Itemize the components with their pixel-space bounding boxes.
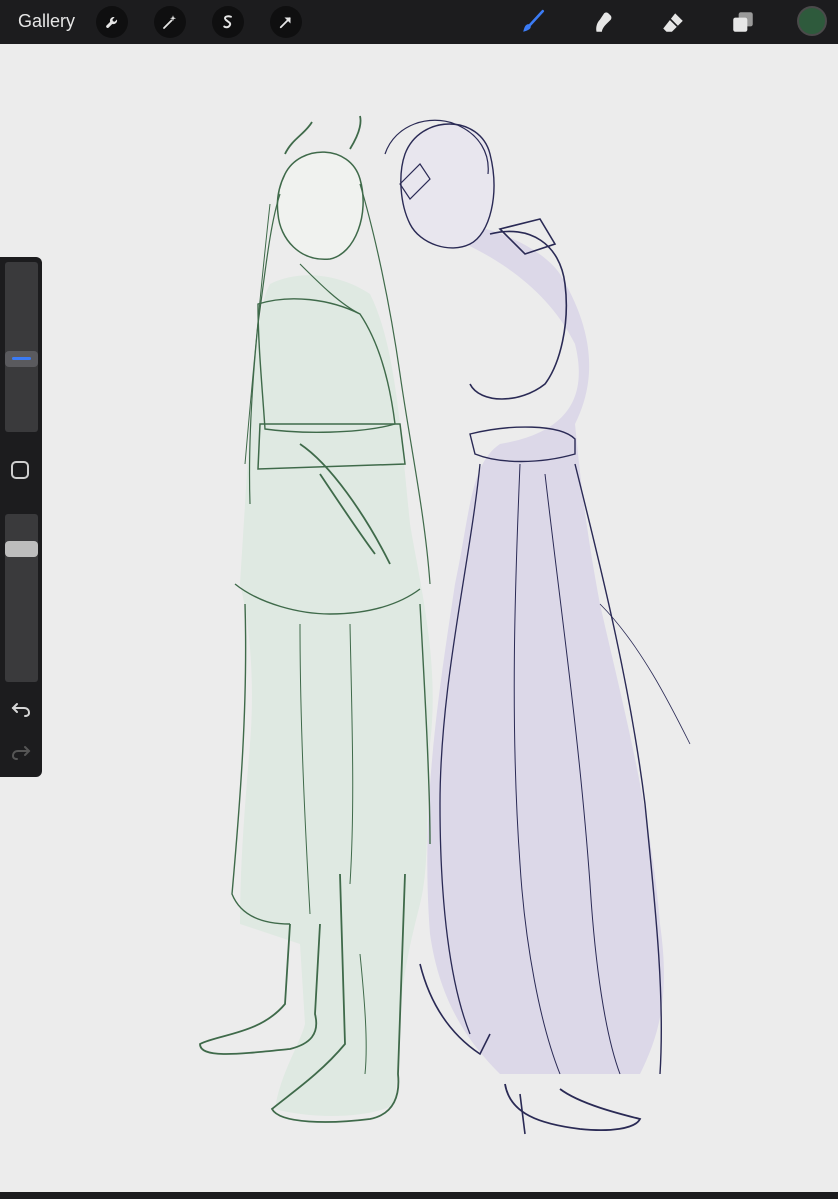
current-color-swatch[interactable] <box>797 6 827 36</box>
magic-wand-icon[interactable] <box>154 6 186 38</box>
modify-button[interactable] <box>11 461 29 479</box>
selection-icon[interactable] <box>212 6 244 38</box>
brush-size-thumb[interactable] <box>5 351 38 367</box>
sketch-artwork <box>199 115 691 1135</box>
undo-icon[interactable] <box>9 697 33 721</box>
opacity-thumb[interactable] <box>5 541 38 557</box>
top-toolbar: Gallery <box>0 0 838 44</box>
opacity-slider[interactable] <box>5 514 38 682</box>
brush-icon[interactable] <box>516 6 550 38</box>
brush-size-slider[interactable] <box>5 262 38 432</box>
right-figure-sketch <box>384 119 691 1135</box>
transform-arrow-icon[interactable] <box>270 6 302 38</box>
left-figure-sketch <box>199 115 433 1123</box>
eraser-icon[interactable] <box>656 6 690 38</box>
drawing-canvas[interactable] <box>0 44 838 1192</box>
bottom-edge-bar <box>0 1192 838 1199</box>
side-controls <box>0 257 42 777</box>
wrench-icon[interactable] <box>96 6 128 38</box>
smudge-icon[interactable] <box>586 6 620 38</box>
brush-size-indicator <box>12 357 31 360</box>
redo-icon[interactable] <box>9 740 33 764</box>
layers-icon[interactable] <box>726 6 760 38</box>
gallery-button[interactable]: Gallery <box>18 11 75 32</box>
